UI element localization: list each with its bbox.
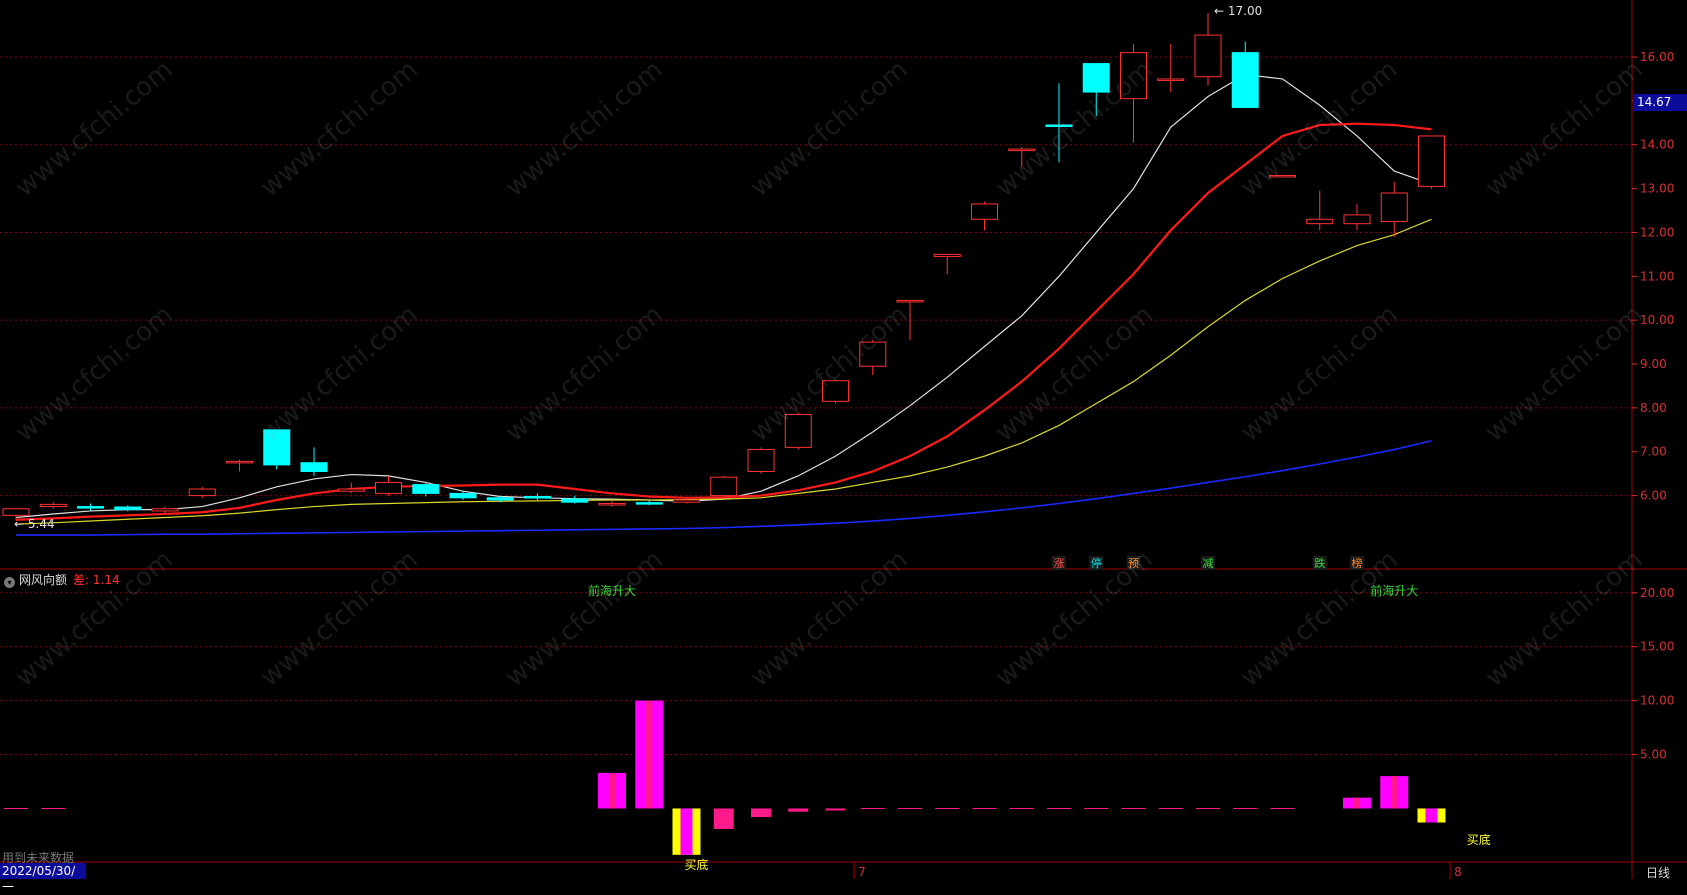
candle-body [784,413,812,448]
candle-body [1231,52,1259,108]
high-price-label: ← 17.00 [1214,4,1262,18]
y-tick-label: 11.00 [1640,269,1674,283]
candle-body [412,484,440,494]
month-label: 8 [1454,865,1462,879]
signal-label: 榜 [1352,556,1363,570]
candle-body [39,503,67,508]
indicator-name: 网风向额 [19,573,68,587]
indicator-bar [713,808,734,829]
candle-body [300,462,328,472]
candle-body [449,492,477,499]
indicator-bar-core [609,772,615,809]
low-price-label: ← 5.44 [14,517,55,531]
candle-body [971,203,998,220]
chevron-down-icon[interactable]: ▾ [4,577,15,588]
signal-label: 停 [1091,556,1102,570]
indicator-bar-core [680,808,693,855]
y-tick-label: 9.00 [1640,357,1667,371]
candle-body [747,449,775,472]
candle-body [1418,135,1445,187]
candle-body [710,476,738,497]
candle-body [1380,192,1408,222]
signal-label: 减 [1203,557,1214,570]
indicator-title[interactable]: ▾ 网风向额 差: 1.14 [4,571,120,588]
signal-label: 跌 [1314,556,1325,570]
moving-average-line [15,73,1432,519]
candlestick-chart[interactable]: 16.00 15.00 14.00 13.00 12.00 11.00 10.00 9.00 8… [0,0,1687,879]
y-tick-label: 14.00 [1640,138,1674,152]
indicator-bar [788,808,809,812]
candle-body [77,506,104,509]
candle-body [375,481,402,494]
candle-body [1306,218,1334,225]
indicator-bar-core [1391,776,1398,809]
candle-body [226,460,253,464]
signal-label: 预 [1128,557,1139,570]
indicator-bottom-label: 买底 [684,857,708,872]
y-tick-label: 10.00 [1640,313,1674,327]
y-tick-label: 16.00 [1640,50,1674,64]
indicator-bar [825,808,846,811]
candle-body [635,502,663,505]
candle-body [1082,63,1110,93]
candle-body [1045,124,1073,127]
sub-y-tick-label: 10.00 [1640,694,1674,708]
candle-body [1008,148,1036,152]
sub-y-tick-label: 15.00 [1640,640,1674,654]
indicator-bar-core [1354,797,1360,809]
y-tick-label: 7.00 [1640,445,1667,459]
candle-body [1343,214,1371,225]
candle-body [1269,174,1296,178]
candle-body [896,299,924,303]
candle-body [822,380,849,402]
date-cursor[interactable]: 2022/05/30/一 [0,863,86,894]
indicator-bar-core [646,700,653,809]
y-tick-label: 6.00 [1640,489,1667,503]
month-label: 7 [858,865,866,879]
period-label[interactable]: 日线 [1646,864,1670,881]
candle-body [524,495,551,499]
indicator-top-label: 前海升大 [588,583,636,598]
sub-y-tick-label: 5.00 [1640,748,1667,762]
candle-body [263,429,291,466]
candle-body [1194,34,1222,78]
current-price-tag: 14.67 [1633,94,1687,111]
indicator-bottom-label: 买底 [1467,832,1491,847]
candle-body [337,488,365,492]
candle-body [114,506,142,511]
candle-body [673,499,700,503]
candle-body [486,497,514,501]
candle-body [598,502,626,506]
candle-body [933,253,961,258]
y-tick-label: 13.00 [1640,182,1674,196]
candle-body [859,341,887,367]
candle-body [1157,78,1185,81]
indicator-value: 差: 1.14 [73,573,120,587]
chart-stage: 16.00 15.00 14.00 13.00 12.00 11.00 10.00 9.00 8… [0,0,1687,879]
indicator-top-label: 前海升大 [1370,583,1418,598]
indicator-bar-core [1425,808,1438,823]
y-tick-label: 12.00 [1640,225,1674,239]
signal-label: 涨 [1054,557,1065,570]
indicator-bar [751,808,771,818]
candle-body [2,508,30,516]
candle-body [1120,52,1147,100]
sub-y-tick-label: 20.00 [1640,586,1674,600]
candle-body [151,508,179,512]
y-tick-label: 8.00 [1640,401,1667,415]
candle-body [188,488,216,497]
candle-body [561,498,589,503]
moving-average-line [15,122,1432,521]
